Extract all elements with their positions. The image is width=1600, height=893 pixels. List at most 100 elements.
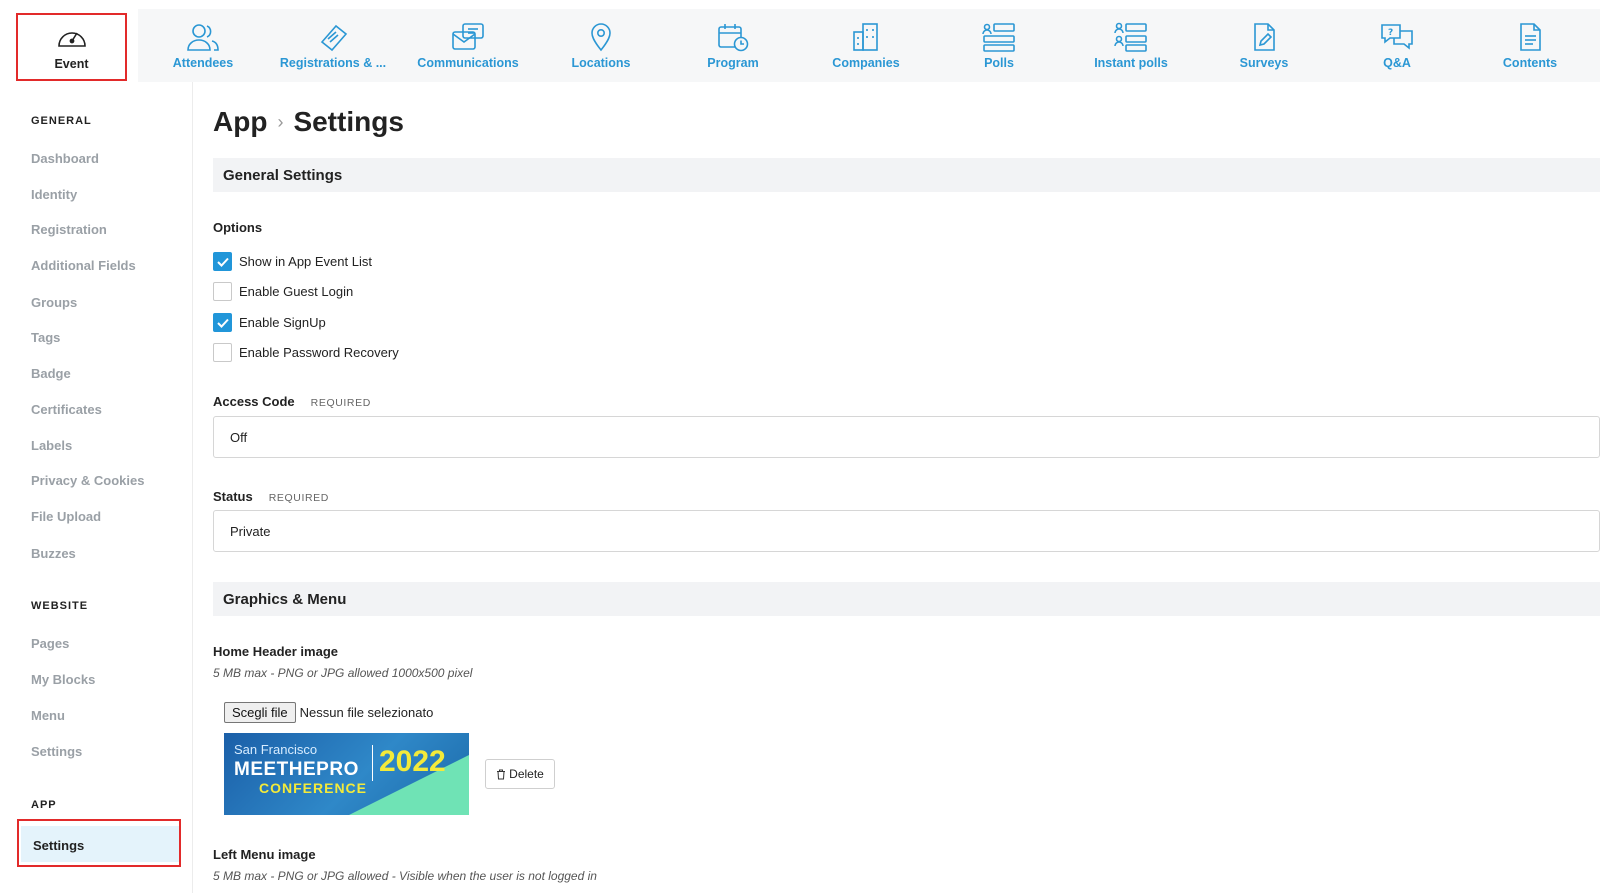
breadcrumb: App › Settings xyxy=(213,106,404,138)
option-show-in-app-event-list[interactable]: Show in App Event List xyxy=(213,252,372,271)
sidebar-item-app-settings[interactable]: Settings xyxy=(17,819,181,867)
option-label: Enable Guest Login xyxy=(239,284,354,299)
sidebar-heading-app: APP xyxy=(31,799,57,811)
nav-item-companies[interactable]: Companies xyxy=(821,9,911,82)
section-title-general-settings: General Settings xyxy=(223,167,343,184)
sidebar-item-badge[interactable]: Badge xyxy=(31,366,71,381)
survey-icon xyxy=(1254,22,1275,51)
checkbox-enable-signup[interactable] xyxy=(213,313,232,332)
status-select[interactable]: Private xyxy=(213,510,1600,552)
sidebar-item-website-settings[interactable]: Settings xyxy=(31,744,82,759)
nav-item-program-label: Program xyxy=(707,55,759,70)
instant-polls-icon xyxy=(1114,22,1147,52)
chevron-right-icon: › xyxy=(277,111,284,132)
nav-item-communications[interactable]: Communications xyxy=(413,9,523,82)
polls-icon xyxy=(982,22,1015,52)
communications-icon xyxy=(452,22,484,50)
home-header-file-input[interactable]: Scegli file Nessun file selezionato xyxy=(224,702,433,723)
nav-item-qa[interactable]: ? Q&A xyxy=(1362,9,1432,82)
access-code-label: Access Code REQUIRED xyxy=(213,394,371,409)
choose-file-button[interactable]: Scegli file xyxy=(224,702,296,723)
sidebar-item-menu[interactable]: Menu xyxy=(31,708,65,723)
sidebar-item-app-settings-label: Settings xyxy=(33,838,85,853)
sidebar-active-highlight: Settings xyxy=(21,826,179,862)
nav-item-event-label: Event xyxy=(54,56,89,71)
nav-item-locations[interactable]: Locations xyxy=(561,9,641,82)
sidebar-heading-general: GENERAL xyxy=(31,115,92,127)
checkbox-enable-guest-login[interactable] xyxy=(213,282,232,301)
nav-item-communications-label: Communications xyxy=(417,55,519,70)
nav-item-registrations-label: Registrations & ... xyxy=(279,55,387,70)
nav-item-contents[interactable]: Contents xyxy=(1494,9,1566,82)
left-menu-image-label: Left Menu image xyxy=(213,847,316,862)
delete-image-button[interactable]: Delete xyxy=(485,759,555,789)
nav-item-instant-polls[interactable]: Instant polls xyxy=(1086,9,1176,82)
section-graphics-menu: Graphics & Menu xyxy=(213,582,1600,616)
option-label: Enable SignUp xyxy=(239,315,326,330)
banner-city-text: San Francisco xyxy=(234,742,318,757)
sidebar-item-file-upload[interactable]: File Upload xyxy=(31,509,101,524)
sidebar-item-buzzes[interactable]: Buzzes xyxy=(31,546,76,561)
sidebar-item-privacy-cookies[interactable]: Privacy & Cookies xyxy=(31,473,144,488)
qa-icon: ? xyxy=(1381,23,1413,50)
sidebar-heading-website: WEBSITE xyxy=(31,600,89,612)
section-general-settings: General Settings xyxy=(213,158,1600,192)
status-value: Private xyxy=(230,523,271,539)
home-header-image-preview: San Francisco MEETHEPRO 2022 CONFERENCE xyxy=(224,733,469,815)
nav-item-qa-label: Q&A xyxy=(1383,55,1411,70)
nav-item-attendees[interactable]: Attendees xyxy=(158,9,248,82)
sidebar-item-dashboard[interactable]: Dashboard xyxy=(31,151,99,166)
dashboard-gauge-icon xyxy=(57,31,86,47)
access-code-value: Off xyxy=(230,429,248,445)
buildings-icon xyxy=(853,22,878,51)
breadcrumb-parent[interactable]: App xyxy=(213,106,267,138)
sidebar-item-labels[interactable]: Labels xyxy=(31,438,72,453)
sidebar-item-tags[interactable]: Tags xyxy=(31,330,60,345)
ticket-icon xyxy=(320,24,348,51)
left-menu-image-hint: 5 MB max - PNG or JPG allowed - Visible … xyxy=(213,869,597,883)
svg-text:?: ? xyxy=(1388,28,1393,38)
sidebar-item-additional-fields[interactable]: Additional Fields xyxy=(31,258,136,273)
nav-item-attendees-label: Attendees xyxy=(172,55,234,70)
sidebar-item-pages[interactable]: Pages xyxy=(31,636,69,651)
nav-item-companies-label: Companies xyxy=(832,55,900,70)
home-header-image-label: Home Header image xyxy=(213,644,338,659)
document-icon xyxy=(1520,22,1541,51)
option-enable-guest-login[interactable]: Enable Guest Login xyxy=(213,282,353,301)
nav-item-polls-label: Polls xyxy=(984,55,1014,70)
checkbox-enable-password-recovery[interactable] xyxy=(213,343,232,362)
sidebar-item-groups[interactable]: Groups xyxy=(31,295,77,310)
option-enable-password-recovery[interactable]: Enable Password Recovery xyxy=(213,343,399,362)
required-tag: REQUIRED xyxy=(310,397,371,409)
banner-brand-text: MEETHEPRO xyxy=(234,759,359,780)
checkbox-show-in-app-event-list[interactable] xyxy=(213,252,232,271)
sidebar-item-certificates[interactable]: Certificates xyxy=(31,402,102,417)
file-status-text: Nessun file selezionato xyxy=(299,705,434,720)
access-code-label-text: Access Code xyxy=(213,394,295,409)
nav-item-surveys-label: Surveys xyxy=(1239,55,1289,70)
trash-icon xyxy=(497,769,506,779)
status-label-text: Status xyxy=(213,489,253,504)
sidebar: GENERAL Dashboard Identity Registration … xyxy=(6,82,193,893)
nav-item-registrations[interactable]: Registrations & ... xyxy=(278,9,388,82)
nav-item-contents-label: Contents xyxy=(1502,55,1558,70)
nav-item-event[interactable]: Event xyxy=(16,13,127,81)
home-header-image-hint: 5 MB max - PNG or JPG allowed 1000x500 p… xyxy=(213,666,473,680)
sidebar-item-identity[interactable]: Identity xyxy=(31,187,77,202)
option-label: Show in App Event List xyxy=(239,254,372,269)
nav-item-program[interactable]: Program xyxy=(693,9,773,82)
nav-item-polls[interactable]: Polls xyxy=(964,9,1034,82)
nav-item-instant-polls-label: Instant polls xyxy=(1094,55,1168,70)
option-label: Enable Password Recovery xyxy=(239,345,399,360)
checkmark-icon xyxy=(216,318,229,328)
status-label: Status REQUIRED xyxy=(213,489,329,504)
sidebar-item-my-blocks[interactable]: My Blocks xyxy=(31,672,95,687)
sidebar-item-registration[interactable]: Registration xyxy=(31,222,107,237)
access-code-select[interactable]: Off xyxy=(213,416,1600,458)
delete-button-label: Delete xyxy=(509,767,544,781)
required-tag: REQUIRED xyxy=(268,492,329,504)
banner-conference-text: CONFERENCE xyxy=(259,780,368,796)
section-title-graphics-menu: Graphics & Menu xyxy=(223,591,347,608)
nav-item-surveys[interactable]: Surveys xyxy=(1229,9,1299,82)
option-enable-signup[interactable]: Enable SignUp xyxy=(213,313,326,332)
